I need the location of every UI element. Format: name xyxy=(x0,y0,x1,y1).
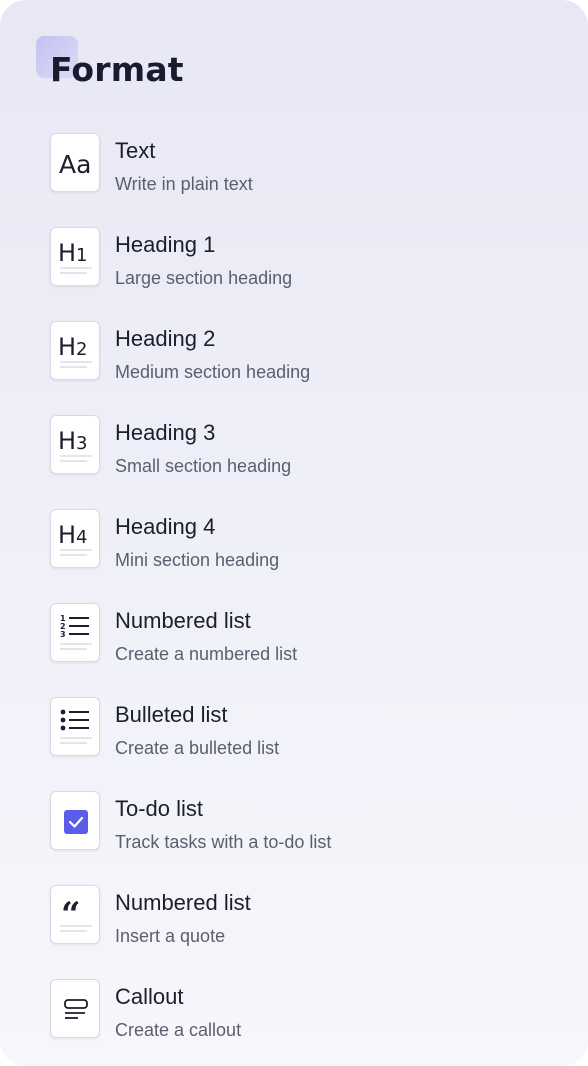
format-option-description: Create a bulleted list xyxy=(115,738,280,758)
svg-text:4: 4 xyxy=(76,527,87,548)
heading-3-icon: H 3 xyxy=(50,415,100,474)
format-option-description: Medium section heading xyxy=(115,362,311,382)
format-option-title: Text xyxy=(115,138,156,163)
format-option-title: Heading 3 xyxy=(115,420,216,445)
heading-4-icon: H 4 xyxy=(50,509,100,568)
svg-text:H: H xyxy=(58,427,76,455)
format-option-description: Create a callout xyxy=(115,1020,242,1040)
format-option-todo-list[interactable]: To-do list Track tasks with a to-do list xyxy=(50,791,550,885)
svg-text:3: 3 xyxy=(60,630,66,639)
format-option-description: Write in plain text xyxy=(115,174,253,194)
format-option-description: Track tasks with a to-do list xyxy=(115,832,332,852)
format-option-callout[interactable]: Callout Create a callout xyxy=(50,979,550,1066)
svg-text:Aa: Aa xyxy=(59,150,91,179)
format-option-description: Create a numbered list xyxy=(115,644,298,664)
svg-text:1: 1 xyxy=(76,245,87,266)
format-option-heading-3[interactable]: H 3 Heading 3 Small section heading xyxy=(50,415,550,509)
format-option-quote[interactable]: “ Numbered list Insert a quote xyxy=(50,885,550,979)
format-option-heading-1[interactable]: H 1 Heading 1 Large section heading xyxy=(50,227,550,321)
format-option-description: Insert a quote xyxy=(115,926,226,946)
format-option-heading-4[interactable]: H 4 Heading 4 Mini section heading xyxy=(50,509,550,603)
format-option-title: Heading 2 xyxy=(115,326,216,351)
bulleted-list-icon xyxy=(50,697,100,756)
format-option-title: Callout xyxy=(115,984,184,1009)
format-option-heading-2[interactable]: H 2 Heading 2 Medium section heading xyxy=(50,321,550,415)
format-option-text[interactable]: Aa Text Write in plain text xyxy=(50,133,550,227)
format-option-description: Large section heading xyxy=(115,268,293,288)
callout-icon xyxy=(50,979,100,1038)
format-option-description: Mini section heading xyxy=(115,550,280,570)
page-title: Format xyxy=(50,50,184,89)
svg-text:H: H xyxy=(58,239,76,267)
heading-2-icon: H 2 xyxy=(50,321,100,380)
format-options-list: Aa Text Write in plain text H 1 Heading … xyxy=(50,133,550,1066)
svg-text:2: 2 xyxy=(76,339,87,360)
format-option-title: Bulleted list xyxy=(115,702,228,727)
checkbox-icon xyxy=(50,791,100,850)
quote-icon: “ xyxy=(50,885,100,944)
format-option-title: Numbered list xyxy=(115,608,251,633)
svg-text:3: 3 xyxy=(76,433,87,454)
format-option-title: Heading 4 xyxy=(115,514,216,539)
format-option-description: Small section heading xyxy=(115,456,292,476)
svg-text:“: “ xyxy=(61,895,81,935)
format-option-title: To-do list xyxy=(115,796,204,821)
format-option-numbered-list[interactable]: 1 2 3 Numbered list Create a numbered li… xyxy=(50,603,550,697)
svg-text:H: H xyxy=(58,333,76,361)
svg-text:H: H xyxy=(58,521,76,549)
format-option-title: Heading 1 xyxy=(115,232,216,257)
heading-1-icon: H 1 xyxy=(50,227,100,286)
format-menu-panel: Format Aa Text Write in plain text H 1 H… xyxy=(0,0,588,1066)
numbered-list-icon: 1 2 3 xyxy=(50,603,100,662)
text-icon: Aa xyxy=(50,133,100,192)
format-option-bulleted-list[interactable]: Bulleted list Create a bulleted list xyxy=(50,697,550,791)
format-option-title: Numbered list xyxy=(115,890,251,915)
